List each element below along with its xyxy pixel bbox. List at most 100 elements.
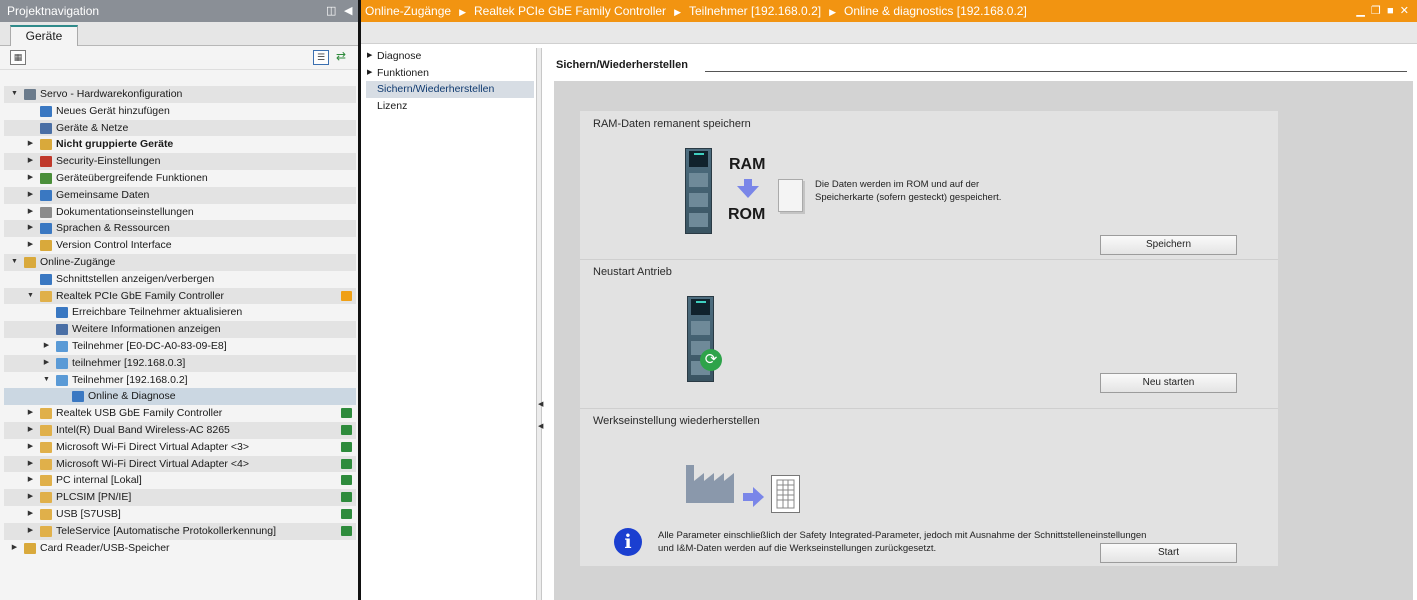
breadcrumb-item[interactable]: Teilnehmer [192.168.0.2]: [689, 4, 821, 18]
tree-item[interactable]: ▶ Geräteübergreifende Funktionen: [4, 170, 356, 187]
collapse-arrow-icon[interactable]: ▶: [26, 506, 35, 523]
tree-item-label: Microsoft Wi-Fi Direct Virtual Adapter <…: [56, 457, 249, 470]
tree-item[interactable]: ▶ Microsoft Wi-Fi Direct Virtual Adapter …: [4, 439, 356, 456]
collapse-arrow-icon[interactable]: ▶: [26, 153, 35, 170]
detail-view-icon[interactable]: ☰: [313, 50, 329, 65]
expand-arrow-icon[interactable]: ▼: [10, 86, 19, 103]
tree-item-label: Teilnehmer [E0-DC-A0-83-09-E8]: [72, 339, 227, 352]
collapse-arrow-icon[interactable]: ▶: [367, 65, 372, 82]
tree-item-label: teilnehmer [192.168.0.3]: [72, 356, 186, 369]
tree-item[interactable]: ▼ Realtek PCIe GbE Family Controller: [4, 287, 356, 305]
breadcrumb-item[interactable]: Online & diagnostics [192.168.0.2]: [844, 4, 1027, 18]
tree-item-label: Neues Gerät hinzufügen: [56, 104, 170, 117]
tree-item[interactable]: Geräte & Netze: [4, 119, 356, 137]
factory-icon: [686, 465, 734, 503]
tree-item[interactable]: ▶ Sprachen & Ressourcen: [4, 220, 356, 238]
speichern-button[interactable]: Speichern: [1100, 235, 1237, 255]
link-editor-icon[interactable]: ⇄: [333, 50, 349, 65]
section-title: Sichern/Wiederherstellen: [556, 59, 694, 71]
nav-splitter[interactable]: [536, 48, 542, 600]
splitter-grip-icon[interactable]: ◀◀: [538, 400, 543, 440]
tree-item[interactable]: ▼ Servo - Hardwarekonfiguration: [4, 86, 356, 103]
collapse-arrow-icon[interactable]: ▶: [26, 170, 35, 187]
nav-item[interactable]: ▶ Diagnose: [366, 48, 534, 65]
collapse-arrow-icon[interactable]: ▶: [10, 540, 19, 557]
project-navigation-title: Projektnavigation: [7, 4, 100, 18]
status-flag-icon: [341, 458, 352, 469]
tree-item[interactable]: ▶ Version Control Interface: [4, 237, 356, 254]
tab-geraete[interactable]: Geräte: [10, 25, 78, 46]
down-arrow-stem: [744, 179, 752, 186]
collapse-arrow-icon[interactable]: ▶: [26, 136, 35, 153]
collapse-arrow-icon[interactable]: ▶: [42, 355, 51, 372]
tree-item[interactable]: Weitere Informationen anzeigen: [4, 321, 356, 338]
tree-item[interactable]: ▶ Security-Einstellungen: [4, 153, 356, 170]
data-icon: [40, 189, 52, 201]
collapse-arrow-icon[interactable]: ▶: [26, 472, 35, 489]
tree-item[interactable]: Online & Diagnose: [4, 388, 356, 406]
project-navigation-pane: Projektnavigation ◫ ◀ Geräte ▦ ☰ ⇄ ▼ Serv…: [0, 0, 358, 600]
collapse-arrow-icon[interactable]: ▶: [42, 338, 51, 355]
close-icon[interactable]: ✕: [1400, 5, 1409, 17]
tree-item[interactable]: ▶ USB [S7USB]: [4, 506, 356, 523]
tree-item[interactable]: Neues Gerät hinzufügen: [4, 103, 356, 120]
ram-section-title: RAM-Daten remanent speichern: [593, 118, 751, 130]
tree-item[interactable]: ▶ Dokumentationseinstellungen: [4, 204, 356, 221]
tree-item-label: USB [S7USB]: [56, 507, 121, 520]
tree-item[interactable]: ▶ Teilnehmer [E0-DC-A0-83-09-E8]: [4, 338, 356, 355]
card-reader-icon: [24, 542, 36, 554]
collapse-arrow-icon[interactable]: ▶: [26, 439, 35, 456]
section-divider: [580, 408, 1278, 409]
tree-item[interactable]: ▶ Intel(R) Dual Band Wireless-AC 8265: [4, 421, 356, 439]
collapse-arrow-icon[interactable]: ▶: [26, 204, 35, 221]
tree-item[interactable]: Erreichbare Teilnehmer aktualisieren: [4, 304, 356, 321]
tree-item-label: Online-Zugänge: [40, 255, 116, 268]
tree-item[interactable]: ▼ Teilnehmer [192.168.0.2]: [4, 372, 356, 389]
nav-item[interactable]: Lizenz: [366, 98, 534, 115]
expand-arrow-icon[interactable]: ▼: [42, 372, 51, 389]
nav-item[interactable]: Sichern/Wiederherstellen: [366, 81, 534, 98]
collapse-arrow-icon[interactable]: ▶: [26, 237, 35, 254]
tree-item-label: Erreichbare Teilnehmer aktualisieren: [72, 306, 243, 319]
collapse-arrow-icon[interactable]: ▶: [26, 422, 35, 439]
tree-item-label: Geräte & Netze: [56, 121, 129, 134]
nav-item[interactable]: ▶ Funktionen: [366, 65, 534, 82]
tree-item[interactable]: ▶ PLCSIM [PN/IE]: [4, 489, 356, 506]
collapse-arrow-icon[interactable]: ▶: [367, 48, 372, 65]
expand-arrow-icon[interactable]: ▼: [10, 254, 19, 271]
tree-item[interactable]: ▼ Online-Zugänge: [4, 253, 356, 271]
tree-item[interactable]: ▶ Gemeinsame Daten: [4, 186, 356, 204]
tree-item[interactable]: ▶ Card Reader/USB-Speicher: [4, 540, 356, 557]
tree-item[interactable]: ▶ Microsoft Wi-Fi Direct Virtual Adapter …: [4, 455, 356, 473]
minimize-icon[interactable]: ▁: [1356, 5, 1364, 17]
pane-divider[interactable]: [358, 0, 361, 600]
tree-item[interactable]: Schnittstellen anzeigen/verbergen: [4, 271, 356, 288]
pin-icon[interactable]: ◫: [326, 0, 336, 22]
collapse-arrow-icon[interactable]: ▶: [26, 456, 35, 473]
documentation-icon: [40, 206, 52, 218]
status-flag-icon: [341, 441, 352, 452]
restore-icon[interactable]: ❐: [1371, 5, 1381, 17]
right-arrow-stem: [743, 493, 753, 501]
maximize-icon[interactable]: ■: [1387, 5, 1394, 17]
overview-icon[interactable]: ▦: [10, 50, 26, 65]
collapse-arrow-icon[interactable]: ▶: [26, 489, 35, 506]
tree-item[interactable]: ▶ teilnehmer [192.168.0.3]: [4, 354, 356, 372]
tree-item[interactable]: ▶ PC internal [Lokal]: [4, 472, 356, 489]
collapse-arrow-icon[interactable]: ▶: [26, 187, 35, 204]
expand-arrow-icon[interactable]: ▼: [26, 288, 35, 305]
collapse-arrow-icon[interactable]: ▶: [26, 523, 35, 540]
adapter-icon: [40, 525, 52, 537]
restart-section-title: Neustart Antrieb: [593, 266, 672, 278]
collapse-arrow-icon[interactable]: ▶: [26, 405, 35, 422]
neu-starten-button[interactable]: Neu starten: [1100, 373, 1237, 393]
breadcrumb-item[interactable]: Realtek PCIe GbE Family Controller: [474, 4, 666, 18]
status-flag-icon: [341, 290, 352, 301]
tree-item[interactable]: ▶ Nicht gruppierte Geräte: [4, 136, 356, 153]
collapse-left-icon[interactable]: ◀: [344, 0, 352, 22]
breadcrumb-item[interactable]: Online-Zugänge: [365, 4, 451, 18]
diagnostics-icon: [72, 391, 84, 403]
collapse-arrow-icon[interactable]: ▶: [26, 220, 35, 237]
tree-item[interactable]: ▶ TeleService [Automatische Protokollerke…: [4, 522, 356, 540]
tree-item[interactable]: ▶ Realtek USB GbE Family Controller: [4, 405, 356, 422]
